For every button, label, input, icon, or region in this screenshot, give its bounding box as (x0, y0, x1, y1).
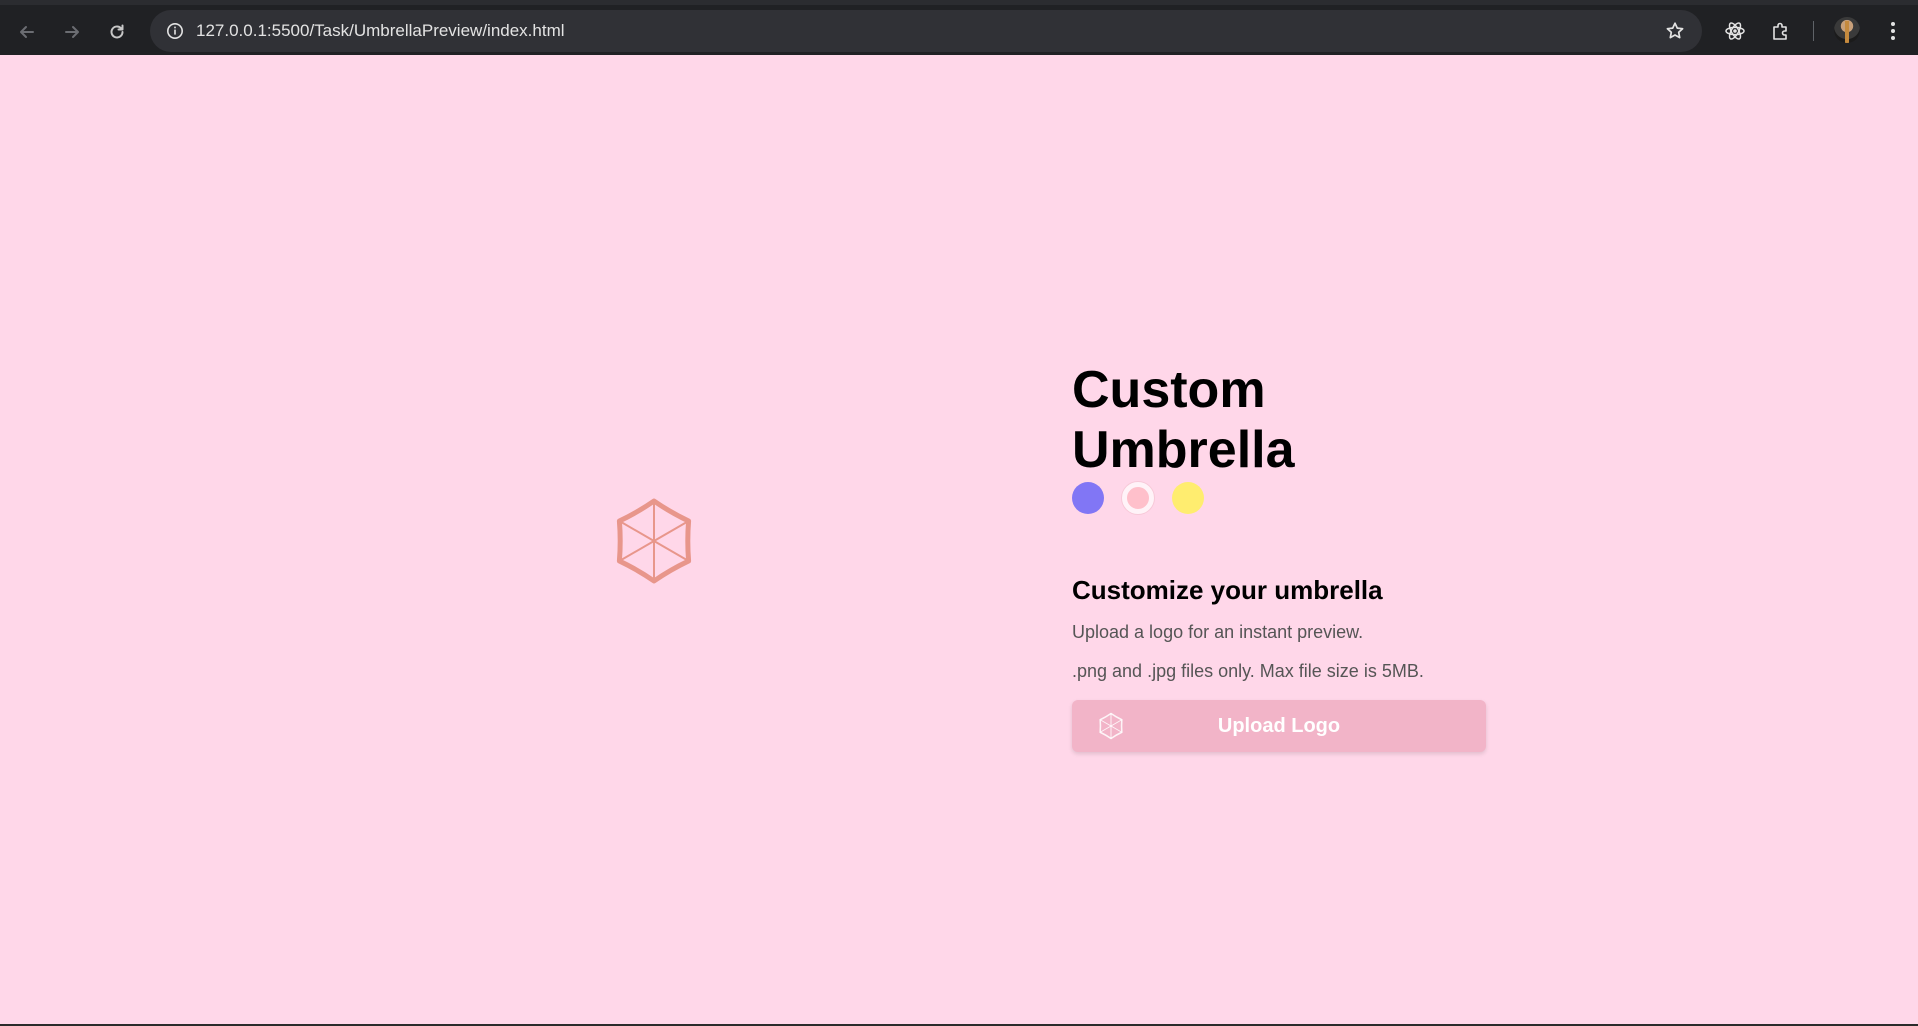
browser-menu-button[interactable] (1876, 14, 1910, 48)
puzzle-icon (1773, 22, 1787, 40)
page-title: Custom Umbrella (1072, 361, 1295, 479)
umbrella-rib (653, 540, 690, 562)
site-info-button[interactable] (160, 16, 190, 46)
toolbar-separator (1813, 21, 1814, 41)
forward-button[interactable] (54, 14, 90, 50)
profile-avatar[interactable] (1834, 17, 1860, 43)
url-text[interactable]: 127.0.0.1:5500/Task/UmbrellaPreview/inde… (196, 10, 565, 52)
color-swatches (1072, 482, 1204, 514)
swatch-yellow[interactable] (1172, 482, 1204, 514)
arrow-left-icon (20, 26, 34, 38)
address-bar[interactable]: 127.0.0.1:5500/Task/UmbrellaPreview/inde… (150, 10, 1702, 52)
react-icon (1725, 22, 1745, 40)
info-icon (167, 23, 183, 39)
reload-button[interactable] (99, 14, 135, 50)
upload-logo-button[interactable]: Upload Logo (1072, 700, 1486, 752)
umbrella-preview (606, 493, 702, 589)
umbrella-rib (618, 520, 655, 542)
file-requirements: .png and .jpg files only. Max file size … (1072, 661, 1424, 681)
extensions-button[interactable] (1764, 14, 1798, 48)
swatch-purple[interactable] (1072, 482, 1104, 514)
bookmark-button[interactable] (1660, 16, 1690, 46)
upload-description: Upload a logo for an instant preview. (1072, 622, 1364, 642)
swatch-pink[interactable] (1122, 482, 1154, 514)
umbrella-rib (653, 520, 690, 542)
section-subtitle: Customize your umbrella (1072, 575, 1383, 605)
browser-toolbar: 127.0.0.1:5500/Task/UmbrellaPreview/inde… (0, 0, 1918, 55)
more-vertical-icon (1891, 22, 1895, 40)
arrow-right-icon (65, 26, 79, 38)
react-devtools-button[interactable] (1718, 14, 1752, 48)
umbrella-rib (618, 540, 655, 562)
back-button[interactable] (9, 14, 45, 50)
customizer-panel: Custom Umbrella Customize your umbrella … (1072, 360, 1487, 752)
upload-logo-label: Upload Logo (1217, 715, 1341, 737)
reload-icon (110, 24, 124, 39)
umbrella-icon (616, 498, 692, 584)
star-icon (1666, 22, 1684, 39)
